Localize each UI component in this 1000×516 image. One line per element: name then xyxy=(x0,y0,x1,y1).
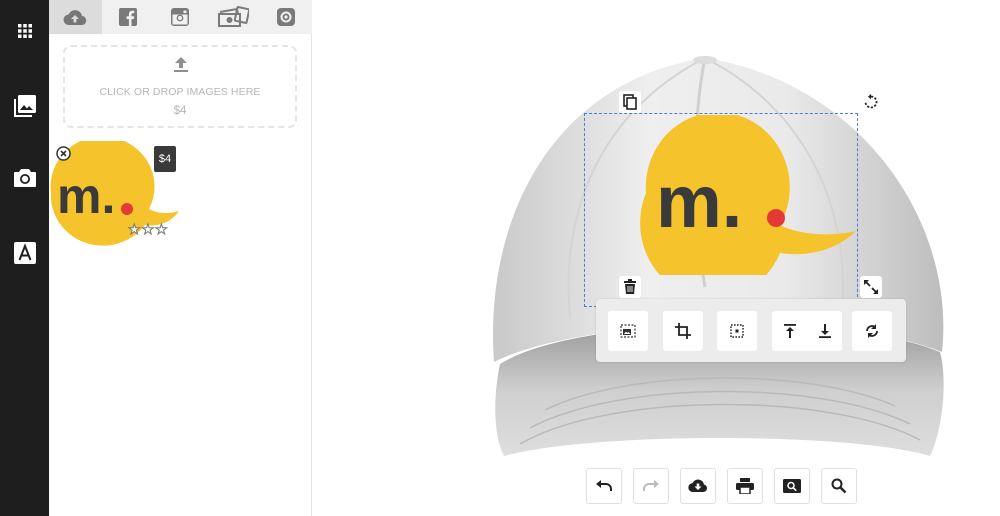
send-back-icon[interactable] xyxy=(818,323,832,339)
images-icon xyxy=(13,95,36,117)
resize-handle[interactable] xyxy=(860,276,882,298)
star-icon[interactable]: ★ xyxy=(128,222,142,237)
tab-instagram[interactable] xyxy=(154,0,207,34)
duplicate-handle[interactable] xyxy=(619,91,641,113)
source-tabs xyxy=(49,0,312,34)
camera-icon xyxy=(13,169,36,187)
tab-upload[interactable] xyxy=(49,0,102,34)
image-source-panel: CLICK OR DROP IMAGES HERE $4 m. $4 ★ ★ ★ xyxy=(49,0,312,516)
upload-dropzone[interactable]: CLICK OR DROP IMAGES HERE $4 xyxy=(63,45,297,128)
app: CLICK OR DROP IMAGES HERE $4 m. $4 ★ ★ ★ xyxy=(0,0,1000,516)
apps-grid-button[interactable] xyxy=(0,11,49,51)
copy-icon xyxy=(623,94,637,110)
center-button[interactable] xyxy=(717,311,757,351)
tab-photos[interactable] xyxy=(207,0,260,34)
flip-button[interactable] xyxy=(852,311,892,351)
flip-icon xyxy=(866,324,878,338)
trash-icon xyxy=(624,279,636,294)
tab-facebook[interactable] xyxy=(102,0,155,34)
left-rail xyxy=(0,0,49,516)
redo-button[interactable] xyxy=(633,468,669,504)
rotate-icon xyxy=(864,94,878,109)
preview-icon xyxy=(783,479,801,493)
print-icon xyxy=(736,478,754,494)
layer-order-group xyxy=(772,311,842,351)
facebook-icon xyxy=(118,8,137,26)
text-icon xyxy=(13,242,36,264)
camera-button[interactable] xyxy=(0,158,49,198)
zoom-icon xyxy=(831,478,847,494)
dropzone-label: CLICK OR DROP IMAGES HERE xyxy=(99,86,261,98)
crop-icon xyxy=(675,323,691,339)
thumbnail-logo-text: m. xyxy=(57,168,115,224)
text-tool-button[interactable] xyxy=(0,233,49,273)
download-button[interactable] xyxy=(680,468,716,504)
star-icon[interactable]: ★ xyxy=(155,222,169,237)
logo-red-dot xyxy=(121,203,133,215)
photos-icon xyxy=(218,6,250,27)
tab-webcam[interactable] xyxy=(259,0,312,34)
thumbnail-price-badge: $4 xyxy=(154,146,176,172)
dropzone-price: $4 xyxy=(173,105,187,117)
rating-stars: ★ ★ ★ xyxy=(128,222,169,237)
crop-button[interactable] xyxy=(663,311,703,351)
webcam-icon xyxy=(276,8,295,26)
fit-image-button[interactable] xyxy=(608,311,648,351)
center-icon xyxy=(730,324,744,338)
instagram-icon xyxy=(171,8,190,26)
download-icon xyxy=(688,479,707,493)
fit-image-icon xyxy=(620,324,636,338)
remove-image-icon[interactable] xyxy=(56,146,71,161)
rotate-handle[interactable] xyxy=(860,91,882,113)
print-button[interactable] xyxy=(727,468,763,504)
image-edit-toolbar xyxy=(596,299,906,362)
zoom-button[interactable] xyxy=(821,468,857,504)
upload-arrow-icon xyxy=(174,57,188,72)
apps-grid-icon xyxy=(17,24,32,38)
delete-handle[interactable] xyxy=(619,276,641,298)
images-button[interactable] xyxy=(0,86,49,126)
bring-front-icon[interactable] xyxy=(783,323,797,339)
redo-icon xyxy=(643,480,659,491)
star-icon[interactable]: ★ xyxy=(141,222,155,237)
undo-button[interactable] xyxy=(586,468,622,504)
upload-cloud-icon xyxy=(63,9,87,25)
preview-button[interactable] xyxy=(774,468,810,504)
undo-icon xyxy=(596,480,612,491)
resize-icon xyxy=(864,280,878,294)
